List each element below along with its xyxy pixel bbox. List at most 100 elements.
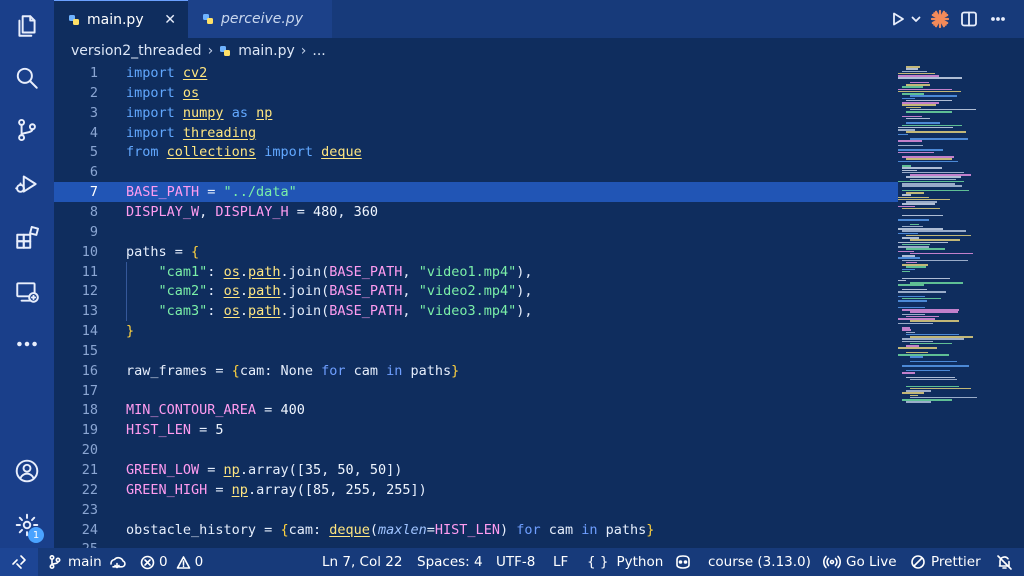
split-editor-icon[interactable] <box>960 0 978 38</box>
warning-count: 0 <box>194 554 204 570</box>
code-line[interactable]: 4 import threading <box>54 123 898 143</box>
code-token: import <box>126 65 175 81</box>
code-line[interactable]: 12 "cam2": os.path.join(BASE_PATH, "vide… <box>54 281 898 302</box>
line-number: 15 <box>81 342 98 359</box>
code-token: = <box>288 203 313 220</box>
code-line[interactable]: 10 paths = { <box>54 242 898 262</box>
code-token: , <box>402 303 419 320</box>
code-token: path <box>247 263 281 280</box>
code-line[interactable]: 14} <box>54 321 898 341</box>
run-python-file-button[interactable] <box>890 0 922 38</box>
close-icon[interactable]: ✕ <box>164 12 176 28</box>
search-icon[interactable] <box>0 58 54 98</box>
code-line[interactable]: 23 <box>54 500 898 520</box>
run-debug-icon[interactable] <box>0 164 54 204</box>
breadcrumb-folder[interactable]: version2_threaded <box>71 43 202 59</box>
code-line[interactable]: 19 HIST_LEN = 5 <box>54 420 898 440</box>
code-line[interactable]: 18 MIN_CONTOUR_AREA = 400 <box>54 400 898 420</box>
code-text: } <box>126 321 134 341</box>
prettier-status[interactable]: Prettier <box>910 548 981 576</box>
code-token: DISPLAY_W <box>126 203 200 220</box>
code-line[interactable]: 9 <box>54 222 898 242</box>
code-line[interactable]: 2 import os <box>54 83 898 103</box>
code-token: . <box>239 283 248 300</box>
chevron-right-icon: › <box>207 43 214 59</box>
eol-status[interactable]: LF <box>553 548 568 576</box>
more-actions-icon[interactable] <box>990 0 1006 38</box>
go-live-button[interactable]: Go Live <box>823 548 897 576</box>
code-token: np <box>231 481 248 498</box>
breadcrumb-file[interactable]: main.py <box>238 43 295 59</box>
code-line[interactable]: 5 from collections import deque <box>54 142 898 162</box>
code-line[interactable]: 17 <box>54 381 898 401</box>
cursor-position[interactable]: Ln 7, Col 22 <box>322 548 402 576</box>
language-mode[interactable]: { } Python <box>587 548 663 576</box>
code-line[interactable]: 21 GREEN_LOW = np.array([35, 50, 50]) <box>54 460 898 480</box>
minimap-line <box>898 291 946 293</box>
code-token: path <box>247 303 281 320</box>
code-token: , <box>402 263 419 280</box>
line-number: 12 <box>81 283 98 300</box>
breadcrumb-symbol[interactable]: ... <box>312 43 325 59</box>
minimap[interactable] <box>898 64 1010 548</box>
code-token: os <box>223 303 240 320</box>
code-line[interactable]: 16 raw_frames = {cam: None for cam in pat… <box>54 361 898 381</box>
remote-indicator[interactable] <box>0 548 38 576</box>
source-control-icon[interactable] <box>0 110 54 150</box>
remote-explorer-icon[interactable] <box>0 272 54 312</box>
code-token: ( <box>369 521 378 538</box>
prettier-label: Prettier <box>931 554 981 570</box>
code-line[interactable]: 11 "cam1": os.path.join(BASE_PATH, "vide… <box>54 261 898 282</box>
notifications-button[interactable] <box>996 548 1013 576</box>
code-line[interactable]: 25 <box>54 539 898 548</box>
encoding-status[interactable]: UTF-8 <box>496 548 535 576</box>
minimap-line <box>902 372 915 374</box>
more-icon[interactable] <box>0 324 54 364</box>
line-number: 8 <box>89 203 98 220</box>
problems-status[interactable]: 0 0 <box>140 548 203 576</box>
code-line[interactable]: 20 <box>54 440 898 460</box>
code-token: ]) <box>386 462 403 478</box>
code-token: 50 <box>369 462 387 478</box>
code-line[interactable]: 22 GREEN_HIGH = np.array([85, 255, 255]) <box>54 480 898 500</box>
code-token: in <box>386 362 403 379</box>
code-token: GREEN_HIGH <box>126 481 208 498</box>
code-token: np <box>223 462 240 478</box>
explorer-icon[interactable] <box>0 6 54 46</box>
tab-perceive-py[interactable]: perceive.py <box>188 0 332 38</box>
code-line[interactable]: 8 DISPLAY_W, DISPLAY_H = 480, 360 <box>54 202 898 222</box>
code-editor[interactable]: 1 import cv2 2 import os 3 import numpy as np… <box>54 64 1024 548</box>
code-token: 85 <box>312 481 330 498</box>
code-token: as <box>231 104 248 121</box>
code-text: "cam1": os.path.join(BASE_PATH, "video1.… <box>126 262 533 282</box>
copilot-status[interactable] <box>674 548 692 576</box>
account-icon[interactable] <box>0 451 54 491</box>
code-line[interactable]: 15 <box>54 341 898 361</box>
code-token: 5 <box>215 422 224 439</box>
code-line[interactable]: 1 import cv2 <box>54 64 898 83</box>
code-token: paths <box>402 362 452 379</box>
code-token: "cam3" <box>158 303 208 320</box>
code-line[interactable]: 24 obstacle_history = {cam: deque(maxlen=… <box>54 520 898 540</box>
extensions-icon[interactable] <box>0 218 54 258</box>
python-interpreter[interactable]: course (3.13.0) <box>708 548 811 576</box>
code-line[interactable]: 6 <box>54 162 898 182</box>
code-line[interactable]: 13 "cam3": os.path.join(BASE_PATH, "vide… <box>54 301 898 322</box>
settings-icon[interactable]: 1 <box>0 505 54 545</box>
code-token: import <box>126 104 175 121</box>
indentation-status[interactable]: Spaces: 4 <box>417 548 483 576</box>
branch-status[interactable]: main <box>48 548 126 576</box>
settings-badge: 1 <box>28 527 44 543</box>
code-line[interactable]: 3 import numpy as np <box>54 103 898 123</box>
tab-main-py[interactable]: main.py ✕ <box>54 0 188 38</box>
claude-icon[interactable] <box>930 0 950 38</box>
code-line[interactable]: 7 BASE_PATH = "../data" <box>54 182 898 203</box>
code-token: BASE_PATH <box>126 184 200 201</box>
